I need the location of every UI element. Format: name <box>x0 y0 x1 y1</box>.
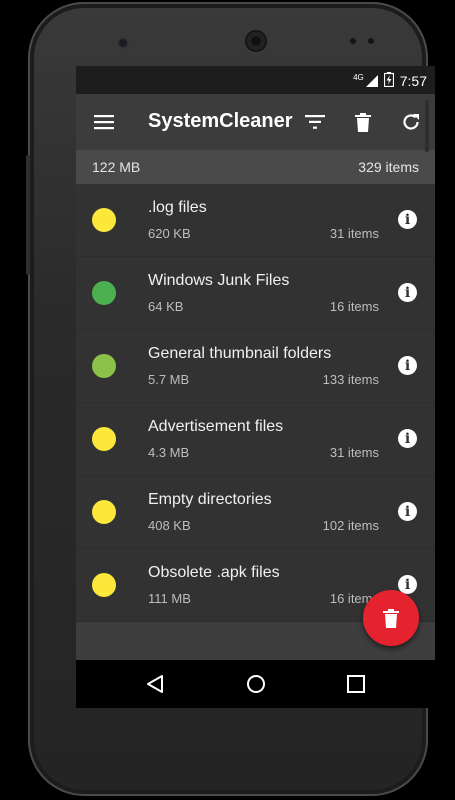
item-size: 620 KB <box>148 226 191 241</box>
item-name: Empty directories <box>148 491 272 508</box>
item-size: 408 KB <box>148 518 191 533</box>
info-icon[interactable]: i <box>398 283 417 302</box>
info-icon[interactable]: i <box>398 356 417 375</box>
status-dot <box>92 500 116 524</box>
status-dot <box>92 354 116 378</box>
light-sensor <box>368 38 374 44</box>
phone-frame: 4G 7:57 SystemCleaner 122 MB 329 items .… <box>28 2 435 796</box>
item-count: 133 items <box>322 372 379 387</box>
network-type: 4G <box>353 72 364 82</box>
item-size: 4.3 MB <box>148 445 190 460</box>
app-toolbar: SystemCleaner <box>76 94 435 150</box>
item-name: General thumbnail folders <box>148 345 332 362</box>
item-size: 64 KB <box>148 299 184 314</box>
info-icon[interactable]: i <box>398 429 417 448</box>
list-item[interactable]: Empty directories 408 KB 102 items i <box>76 476 435 549</box>
item-name: Obsolete .apk files <box>148 564 280 581</box>
screen: 4G 7:57 SystemCleaner 122 MB 329 items .… <box>76 66 435 708</box>
item-name: .log files <box>148 199 207 216</box>
volume-button <box>26 155 30 275</box>
back-icon[interactable] <box>143 672 167 696</box>
total-items: 329 items <box>358 159 419 175</box>
total-size: 122 MB <box>92 159 141 175</box>
proximity-sensor <box>350 38 356 44</box>
item-name: Advertisement files <box>148 418 284 435</box>
battery-charging-icon <box>383 72 394 90</box>
trash-icon <box>383 608 399 628</box>
status-dot <box>92 573 116 597</box>
delete-all-icon[interactable] <box>349 108 377 136</box>
info-icon[interactable]: i <box>398 502 417 521</box>
power-button <box>425 100 429 152</box>
front-camera <box>119 39 127 47</box>
item-count: 31 items <box>329 445 379 460</box>
signal-icon <box>365 75 378 87</box>
clock: 7:57 <box>399 73 427 89</box>
menu-icon[interactable] <box>90 108 118 136</box>
item-size: 111 MB <box>148 591 191 606</box>
item-count: 16 items <box>329 299 379 314</box>
recents-icon[interactable] <box>344 672 368 696</box>
earpiece-speaker <box>245 30 267 52</box>
delete-fab-button[interactable] <box>363 590 419 646</box>
filter-list: .log files 620 KB 31 items i Windows Jun… <box>76 184 435 622</box>
list-item[interactable]: Advertisement files 4.3 MB 31 items i <box>76 403 435 476</box>
refresh-icon[interactable] <box>397 108 425 136</box>
app-title: SystemCleaner <box>148 110 293 132</box>
list-item[interactable]: .log files 620 KB 31 items i <box>76 184 435 257</box>
status-dot <box>92 281 116 305</box>
item-name: Windows Junk Files <box>148 272 290 289</box>
status-dot <box>92 208 116 232</box>
status-dot <box>92 427 116 451</box>
item-count: 31 items <box>329 226 379 241</box>
list-item[interactable]: Windows Junk Files 64 KB 16 items i <box>76 257 435 330</box>
filter-icon[interactable] <box>301 108 329 136</box>
status-bar: 4G 7:57 <box>76 66 435 94</box>
home-icon[interactable] <box>244 672 268 696</box>
info-icon[interactable]: i <box>398 210 417 229</box>
item-size: 5.7 MB <box>148 372 190 387</box>
item-count: 102 items <box>322 518 379 533</box>
navigation-bar <box>76 660 435 708</box>
summary-bar: 122 MB 329 items <box>76 150 435 184</box>
list-item[interactable]: General thumbnail folders 5.7 MB 133 ite… <box>76 330 435 403</box>
